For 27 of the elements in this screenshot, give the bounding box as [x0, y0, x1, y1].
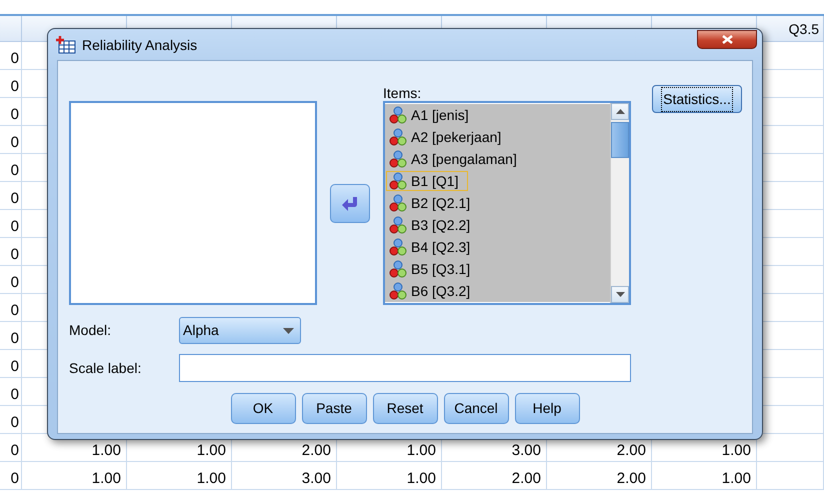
table-cell: 0: [0, 98, 22, 126]
table-cell: 0: [0, 182, 22, 210]
table-cell: 0: [0, 210, 22, 238]
table-cell: 0: [0, 350, 22, 378]
table-cell: 0: [0, 406, 22, 434]
table-cell: 0: [0, 154, 22, 182]
table-cell: 2.00: [547, 462, 652, 490]
table-cell: 0: [0, 378, 22, 406]
window-title: Reliability Analysis: [82, 36, 198, 55]
items-label: Items:: [383, 84, 422, 101]
table-cell: 1.00: [652, 462, 757, 490]
table-cell: 0: [0, 238, 22, 266]
table-cell: 0: [0, 266, 22, 294]
scale-label: Scale label:: [69, 358, 142, 378]
table-cell: 1.00: [127, 462, 232, 490]
table-cell: 1.00: [337, 462, 442, 490]
table-cell: 0: [0, 294, 22, 322]
table-cell: 0: [0, 462, 22, 490]
table-cell: 0: [0, 434, 22, 462]
table-cell: 0: [0, 42, 22, 70]
table-cell: 0: [0, 322, 22, 350]
table-cell: 0: [0, 70, 22, 98]
model-label: Model:: [69, 321, 112, 340]
table-cell: 0: [0, 126, 22, 154]
table-cell: 3.00: [232, 462, 337, 490]
table-cell: 2.00: [442, 462, 547, 490]
table-cell: 1.00: [22, 462, 127, 490]
